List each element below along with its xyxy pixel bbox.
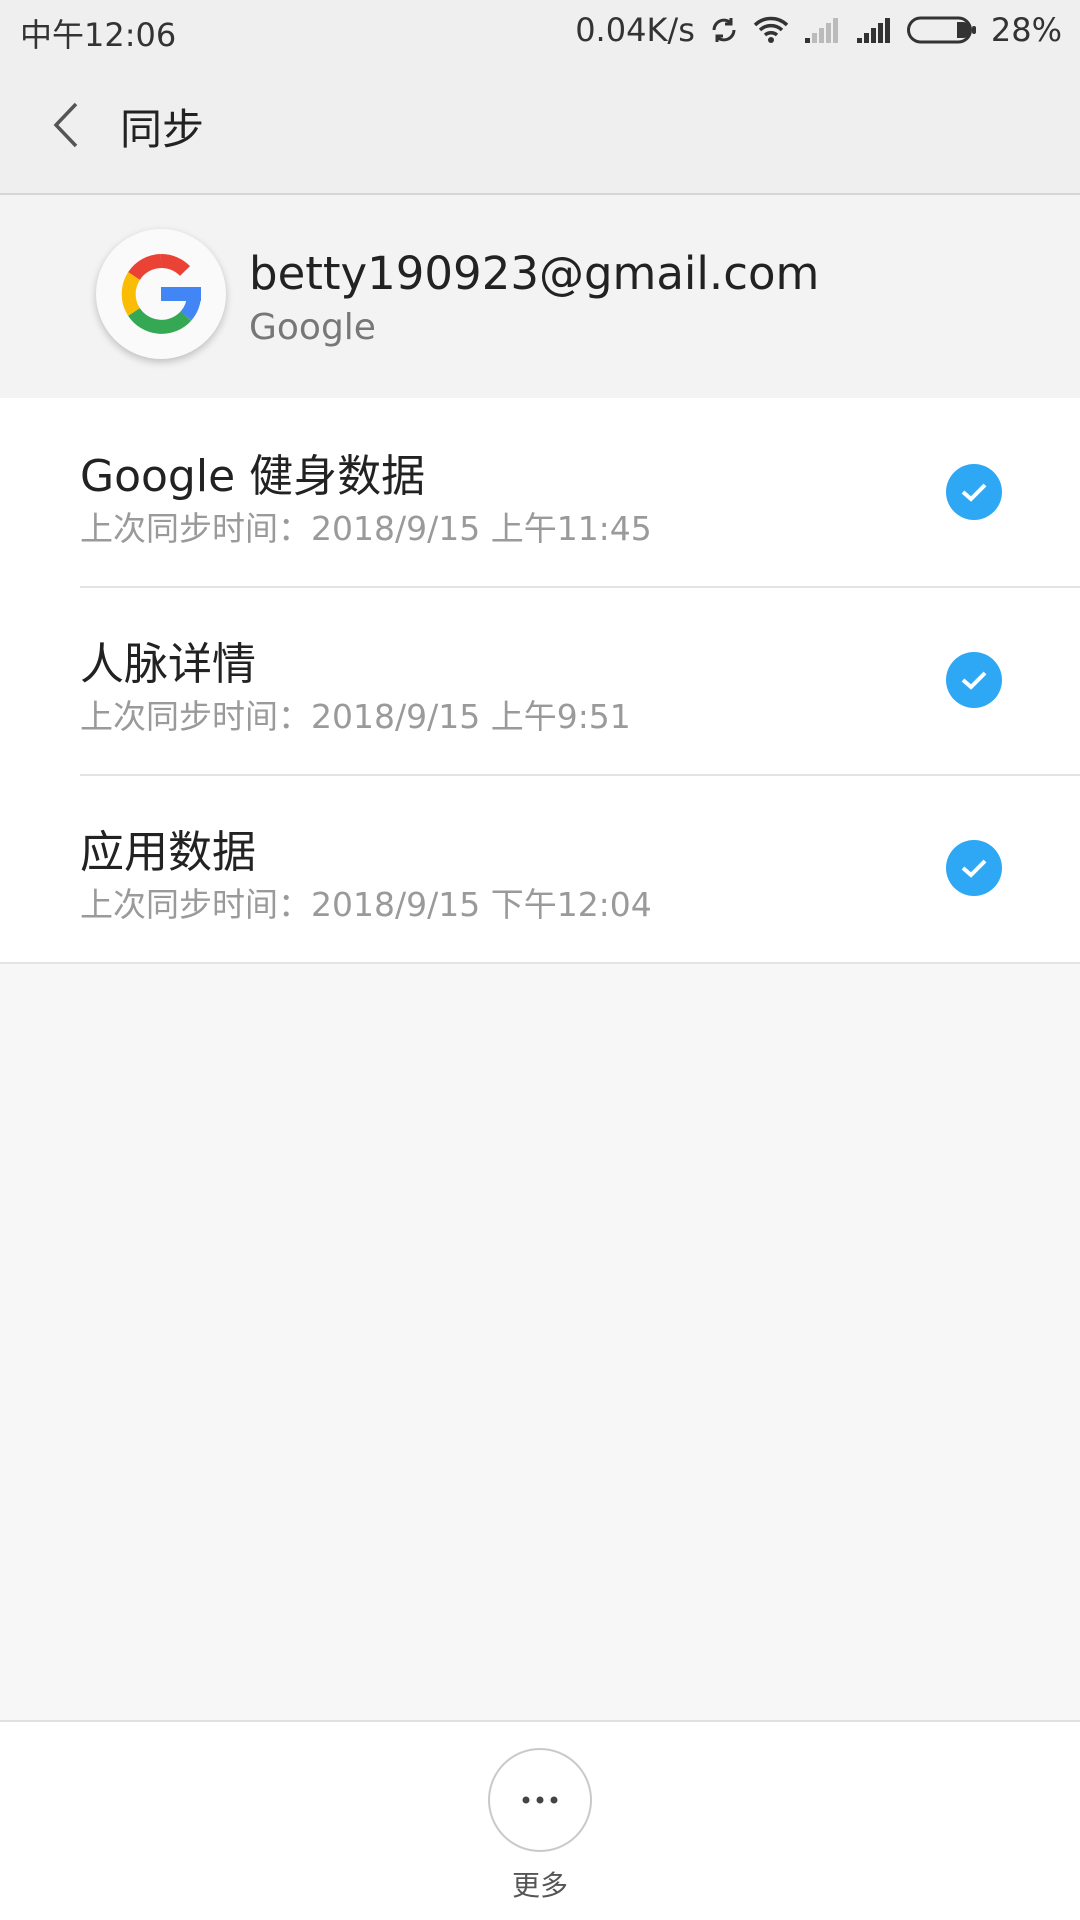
status-bar: 中午12:06 0.04K/s 28% (0, 0, 1080, 60)
list-item[interactable]: 应用数据 上次同步时间：2018/9/15 下午12:04 (0, 774, 1080, 962)
page-title: 同步 (120, 105, 205, 154)
account-provider: Google (249, 307, 376, 348)
more-dots-icon (522, 1796, 558, 1804)
list-item[interactable]: Google 健身数据 上次同步时间：2018/9/15 上午11:45 (0, 398, 1080, 586)
sync-checkbox[interactable] (946, 840, 1002, 896)
battery-icon (906, 16, 977, 44)
avatar (96, 229, 226, 359)
check-icon (961, 671, 987, 690)
signal-strong-icon (855, 16, 893, 44)
sync-item-name: 人脉详情 (80, 639, 256, 690)
sync-list: Google 健身数据 上次同步时间：2018/9/15 上午11:45 人脉详… (0, 398, 1080, 964)
sync-item-last-sync: 上次同步时间：2018/9/15 上午9:51 (80, 697, 631, 736)
sync-item-name: 应用数据 (80, 827, 256, 878)
sync-status-icon (709, 15, 739, 45)
account-email: betty190923@gmail.com (249, 247, 820, 300)
account-header: betty190923@gmail.com Google (0, 195, 1080, 398)
signal-weak-icon (803, 16, 841, 44)
back-button[interactable] (30, 90, 100, 160)
sync-item-last-sync: 上次同步时间：2018/9/15 下午12:04 (80, 885, 652, 924)
google-logo-icon (121, 254, 201, 334)
sync-item-name: Google 健身数据 (80, 451, 426, 502)
sync-checkbox[interactable] (946, 464, 1002, 520)
wifi-icon (753, 16, 789, 44)
net-speed: 0.04K/s (575, 11, 695, 49)
status-time: 中午12:06 (20, 16, 177, 54)
bottom-bar: 更多 (0, 1720, 1080, 1920)
list-item[interactable]: 人脉详情 上次同步时间：2018/9/15 上午9:51 (0, 586, 1080, 774)
more-label: 更多 (511, 1869, 568, 1902)
battery-level: 28% (990, 11, 1062, 49)
check-icon (961, 483, 987, 502)
more-button[interactable] (488, 1748, 592, 1852)
check-icon (961, 859, 987, 878)
sync-item-last-sync: 上次同步时间：2018/9/15 上午11:45 (80, 509, 652, 548)
app-bar: 同步 (0, 60, 1080, 195)
status-right: 0.04K/s 28% (575, 8, 1062, 52)
screen: 中午12:06 0.04K/s 28% 同步 betty190923@gmail… (0, 0, 1080, 1920)
chevron-left-icon (53, 102, 78, 148)
sync-checkbox[interactable] (946, 652, 1002, 708)
